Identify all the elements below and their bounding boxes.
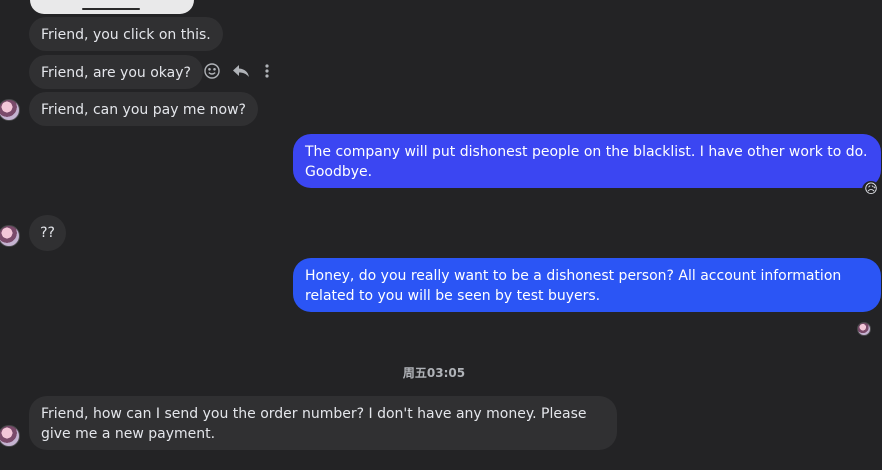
message-text: Honey, do you really want to be a dishon… [305, 268, 842, 304]
outgoing-message[interactable]: Honey, do you really want to be a dishon… [293, 258, 881, 312]
read-receipt-avatar [857, 322, 871, 336]
shared-card-preview[interactable] [30, 0, 194, 14]
avatar[interactable] [0, 99, 20, 121]
timestamp-divider: 周五03:05 [402, 366, 466, 380]
more-vertical-icon[interactable] [262, 62, 272, 80]
outgoing-message[interactable]: The company will put dishonest people on… [293, 134, 881, 188]
incoming-message[interactable]: Friend, are you okay? [29, 55, 203, 89]
incoming-message[interactable]: Friend, you click on this. [29, 17, 223, 51]
incoming-message[interactable]: Friend, how can I send you the order num… [29, 396, 617, 450]
message-text: Friend, how can I send you the order num… [41, 406, 587, 442]
avatar[interactable] [0, 425, 20, 447]
reaction-badge[interactable]: 😥 [862, 181, 880, 199]
message-text: Friend, you click on this. [41, 27, 211, 43]
reply-arrow-icon[interactable] [231, 62, 251, 80]
message-text: Friend, can you pay me now? [41, 102, 246, 118]
smiley-face-icon[interactable] [203, 62, 221, 80]
incoming-message[interactable]: Friend, can you pay me now? [29, 92, 258, 126]
message-text: Friend, are you okay? [41, 65, 191, 81]
message-text: The company will put dishonest people on… [305, 144, 868, 180]
reaction-emoji: 😥 [864, 182, 878, 197]
message-text: ?? [40, 225, 55, 241]
card-divider [82, 8, 140, 10]
incoming-message[interactable]: ?? [29, 215, 66, 251]
avatar[interactable] [0, 225, 20, 247]
